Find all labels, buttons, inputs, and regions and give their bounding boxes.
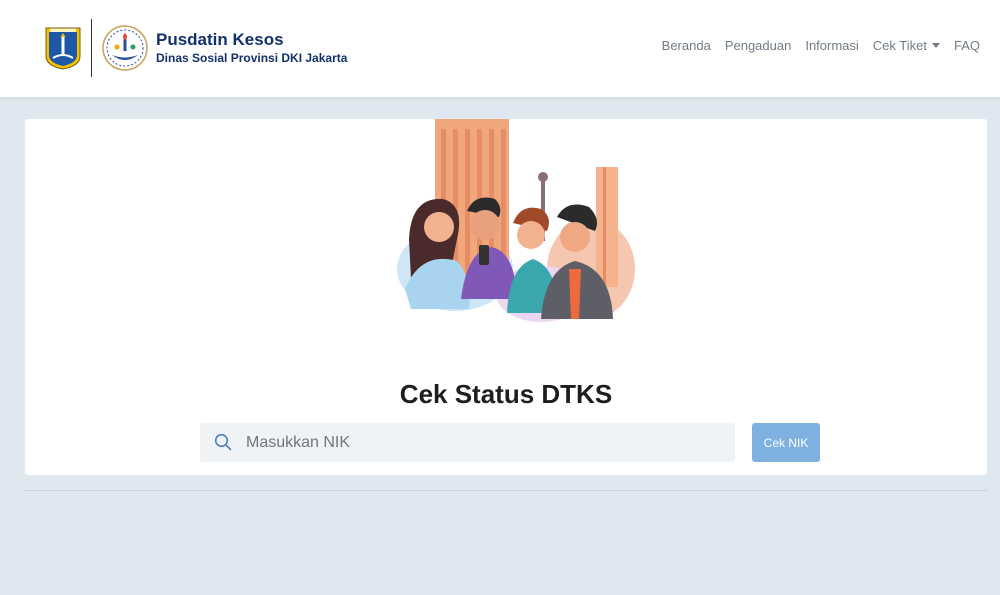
nik-search-box xyxy=(200,423,735,462)
main-card: Cek Status DTKS Cek NIK xyxy=(25,119,987,475)
dinsos-logo xyxy=(102,25,148,71)
brand[interactable]: Pusdatin Kesos Dinas Sosial Provinsi DKI… xyxy=(44,18,347,78)
nik-input[interactable] xyxy=(246,423,726,462)
main-nav: Beranda Pengaduan Informasi Cek Tiket FA… xyxy=(648,38,980,53)
brand-title: Pusdatin Kesos xyxy=(156,30,284,49)
cek-nik-button[interactable]: Cek NIK xyxy=(752,423,820,462)
nav-cek-tiket-dropdown[interactable]: Cek Tiket xyxy=(873,38,940,53)
content-divider xyxy=(25,490,987,491)
brand-subtitle: Dinas Sosial Provinsi DKI Jakarta xyxy=(156,51,348,65)
nav-informasi[interactable]: Informasi xyxy=(805,38,858,53)
page-title: Cek Status DTKS xyxy=(399,379,613,409)
people-with-phones-illustration xyxy=(397,119,635,322)
nav-cek-tiket-label: Cek Tiket xyxy=(872,38,927,53)
nav-beranda[interactable]: Beranda xyxy=(662,38,711,53)
nav-pengaduan[interactable]: Pengaduan xyxy=(725,38,792,53)
brand-divider xyxy=(91,19,92,77)
brand-text: Pusdatin Kesos Dinas Sosial Provinsi DKI… xyxy=(156,30,347,66)
dki-jakarta-logo xyxy=(45,27,81,70)
nav-faq[interactable]: FAQ xyxy=(954,38,980,53)
search-icon xyxy=(214,433,232,451)
caret-down-icon xyxy=(931,43,940,48)
top-navbar: Pusdatin Kesos Dinas Sosial Provinsi DKI… xyxy=(0,0,1000,98)
